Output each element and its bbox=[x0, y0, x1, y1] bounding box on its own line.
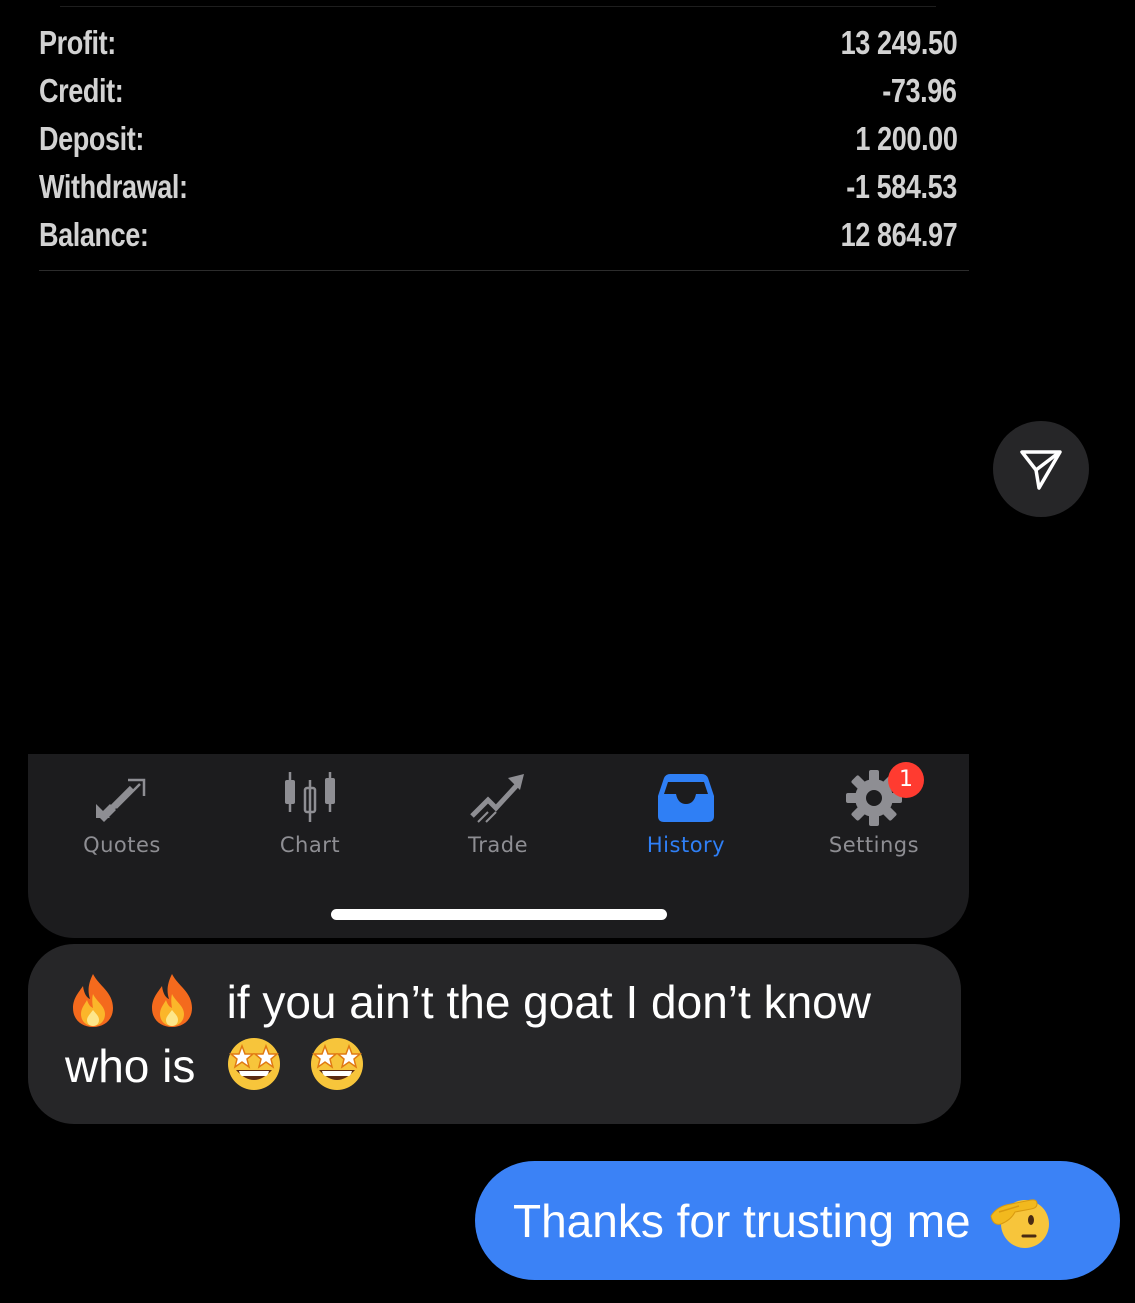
tab-label: Trade bbox=[468, 833, 528, 857]
fire-emoji bbox=[151, 974, 192, 1027]
share-button[interactable] bbox=[993, 421, 1089, 517]
candlestick-icon bbox=[285, 772, 335, 822]
summary-label: Balance: bbox=[39, 216, 149, 253]
sent-message-bubble[interactable]: Thanks for trusting me bbox=[475, 1161, 1120, 1280]
notification-badge: 1 bbox=[888, 762, 924, 798]
tab-history[interactable]: History bbox=[606, 754, 766, 874]
shared-screenshot[interactable]: Profit: 13 249.50 Credit: -73.96 Deposit… bbox=[28, 0, 969, 938]
tab-trade[interactable]: Trade bbox=[418, 754, 578, 874]
summary-row-profit: Profit: 13 249.50 bbox=[39, 19, 957, 67]
tab-bar: Quotes Chart Trade History 1 Settings bbox=[28, 754, 969, 938]
summary-label: Profit: bbox=[39, 24, 116, 61]
tab-label: Chart bbox=[279, 833, 341, 857]
message-content: if you ain’t the goat I don’t know who i… bbox=[65, 972, 931, 1096]
summary-label: Withdrawal: bbox=[39, 168, 188, 205]
saluting-face-emoji bbox=[990, 1198, 1049, 1248]
fire-emoji bbox=[73, 974, 113, 1027]
star-struck-emoji bbox=[228, 1038, 281, 1090]
tab-quotes[interactable]: Quotes bbox=[42, 754, 202, 874]
chat-screen: Profit: 13 249.50 Credit: -73.96 Deposit… bbox=[0, 0, 1135, 1303]
summary-value: 13 249.50 bbox=[840, 24, 957, 61]
summary-row-credit: Credit: -73.96 bbox=[39, 67, 957, 115]
trade-trend-icon bbox=[470, 774, 524, 823]
divider bbox=[60, 6, 936, 7]
tab-label: Settings bbox=[828, 833, 920, 857]
summary-label: Credit: bbox=[39, 72, 124, 109]
home-indicator bbox=[331, 909, 667, 920]
summary-row-withdrawal: Withdrawal: -1 584.53 bbox=[39, 163, 957, 211]
tab-label: History bbox=[646, 833, 726, 857]
send-icon bbox=[1020, 450, 1062, 490]
inbox-tray-icon bbox=[658, 774, 714, 822]
tab-settings[interactable]: 1 Settings bbox=[794, 754, 954, 874]
star-struck-emoji bbox=[310, 1038, 363, 1090]
tab-chart[interactable]: Chart bbox=[230, 754, 390, 874]
summary-row-balance: Balance: 12 864.97 bbox=[39, 211, 957, 259]
summary-value: 1 200.00 bbox=[854, 120, 957, 157]
quotes-arrows-icon bbox=[96, 778, 146, 822]
tab-label: Quotes bbox=[83, 833, 161, 857]
summary-value: -73.96 bbox=[882, 72, 958, 109]
divider bbox=[39, 270, 969, 271]
summary-value: 12 864.97 bbox=[840, 216, 957, 253]
message-text: Thanks for trusting me bbox=[513, 1194, 971, 1247]
summary-value: -1 584.53 bbox=[846, 168, 957, 205]
summary-label: Deposit: bbox=[39, 120, 144, 157]
summary-row-deposit: Deposit: 1 200.00 bbox=[39, 115, 957, 163]
received-message-bubble[interactable]: if you ain’t the goat I don’t know who i… bbox=[28, 944, 961, 1124]
